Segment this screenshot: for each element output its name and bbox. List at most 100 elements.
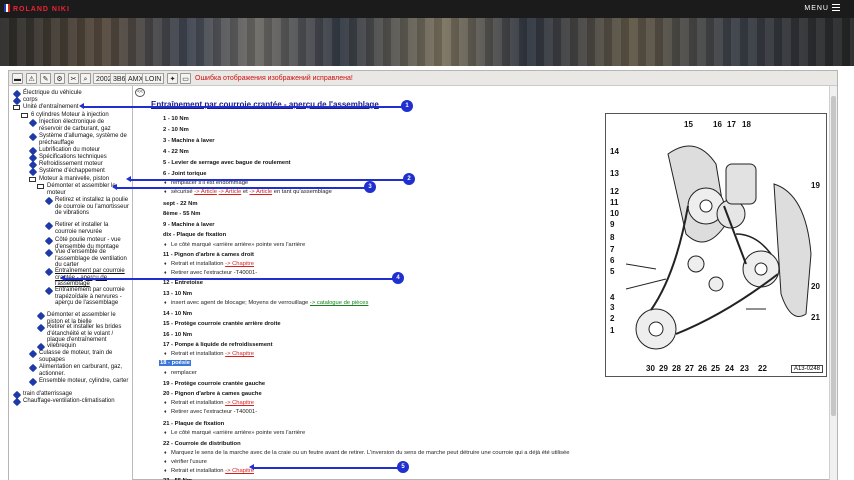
folder-open-icon[interactable] — [13, 105, 20, 110]
legend-item: 11 - Pignon d'arbre à cames droit — [163, 252, 254, 258]
legend-text: 13 - 10 Nm — [163, 291, 192, 297]
tree-item[interactable]: Culasse de moteur, train de soupapes — [39, 350, 129, 363]
chapter-link[interactable]: -> Chapitre — [225, 261, 254, 267]
folder-open-icon[interactable] — [21, 113, 28, 118]
tree-node-icon[interactable] — [44, 248, 54, 258]
chapter-link[interactable]: -> Article — [194, 189, 217, 195]
figure-callout-number: 8 — [610, 233, 615, 242]
tree-item[interactable]: Injection électronique de réservoir de c… — [39, 119, 129, 132]
wrench-icon[interactable]: ✎ — [40, 73, 51, 84]
menu-label: MENU — [804, 5, 829, 12]
legend-item: dix - Plaque de fixation — [163, 232, 226, 238]
tree-item[interactable]: Système d'échappement — [39, 168, 129, 175]
tree-item[interactable]: Refroidissement moteur — [39, 161, 129, 168]
annotation-callout: 4 — [392, 272, 404, 284]
legend-note: vérifier l'usure — [164, 459, 207, 465]
tree-item[interactable]: Électrique du véhicule — [23, 90, 129, 97]
tree-item[interactable]: Retirer et installer la courroie nervuré… — [55, 222, 129, 235]
tree-node-icon[interactable] — [12, 96, 22, 106]
tree-item[interactable]: Entraînement par courroie trapézoïdale à… — [55, 287, 129, 307]
tree-node-icon[interactable] — [44, 221, 54, 231]
tree-node-icon[interactable] — [44, 267, 54, 277]
chapter-link[interactable]: -> Chapitre — [225, 400, 254, 406]
legend-note: Retirer avec l'extracteur -T40001- — [164, 409, 257, 415]
legend-note: remplacer s'il est endommagé — [164, 180, 249, 186]
tree-item[interactable]: Moteur à manivelle, piston — [39, 176, 129, 183]
tree-item[interactable]: Vue d'ensemble de l'assemblage de ventil… — [55, 249, 129, 269]
tree-node-icon[interactable] — [28, 349, 38, 359]
legend-text: Retrait et installation — [171, 261, 224, 267]
tree-node-icon[interactable] — [36, 323, 46, 333]
tree-item[interactable]: Alimentation en carburant, gaz, actionne… — [39, 364, 129, 377]
tree-node-icon[interactable] — [28, 167, 38, 177]
engine-icon[interactable]: ⚙ — [54, 73, 65, 84]
figure-callout-number: 30 — [646, 364, 655, 373]
tools-icon[interactable]: ✂ — [68, 73, 79, 84]
legend-note: Retrait et installation -> Chapitre — [164, 468, 254, 474]
tree-node-icon[interactable] — [44, 236, 54, 246]
legend-text: remplacer s'il est endommagé — [171, 180, 249, 186]
tree-node-icon[interactable] — [36, 311, 46, 321]
legend-note: Marquez le sens de la marche avec de la … — [164, 450, 569, 456]
figure-callout-number: 17 — [727, 120, 736, 129]
brand-logo[interactable]: ROLAND NIKI — [4, 4, 70, 13]
folder-open-icon[interactable] — [29, 177, 36, 182]
annotation-arrow — [79, 103, 403, 109]
tree-item[interactable]: Retirer et installer les brides d'étanch… — [47, 324, 129, 344]
top-bar: ROLAND NIKI MENU — [0, 0, 854, 18]
tree-item[interactable]: Lubrification du moteur — [39, 147, 129, 154]
legend-text: 8ème - 55 Nm — [163, 211, 201, 217]
legend-text: Retirer avec l'extracteur -T40001- — [171, 270, 258, 276]
figure-callout-number: 24 — [725, 364, 734, 373]
tree-item[interactable]: Chauffage-ventilation-climatisation — [23, 398, 129, 405]
chapter-link[interactable]: -> Chapitre — [225, 351, 254, 357]
figure-callout-number: 15 — [684, 120, 693, 129]
tree-node-icon[interactable] — [28, 132, 38, 142]
settings-icon[interactable]: ✦ — [167, 73, 178, 84]
print-icon[interactable]: ▭ — [180, 73, 191, 84]
figure-callout-number: 3 — [610, 303, 615, 312]
tree-item[interactable]: Ensemble moteur, cylindre, carter — [39, 378, 129, 385]
tree-node-icon[interactable] — [28, 363, 38, 373]
tree-item[interactable]: Spécifications techniques — [39, 154, 129, 161]
tree-node-icon[interactable] — [28, 118, 38, 128]
legend-text: 14 - 10 Nm — [163, 311, 192, 317]
tree-item[interactable]: Système d'allumage, système de préchauff… — [39, 133, 129, 146]
figure-callout-number: 9 — [610, 220, 615, 229]
legend-text: 3 - Machine à laver — [163, 138, 215, 144]
tree-item[interactable]: vilebrequin — [47, 343, 129, 350]
legend-note: Retrait et installation -> Chapitre — [164, 261, 254, 267]
tree-item[interactable]: 6 cylindres Moteur à injection — [31, 112, 129, 119]
legend-text: 15 - Protège courroie crantée arrière dr… — [163, 321, 281, 327]
tree-item[interactable]: corps — [23, 97, 129, 104]
legend-item: 4 - 22 Nm — [163, 149, 189, 155]
legend-text: 20 - Pignon d'arbre à cames gauche — [163, 391, 262, 397]
chapter-link[interactable]: -> Article — [249, 189, 272, 195]
chapter-link[interactable]: -> Article — [219, 189, 242, 195]
legend-text: 19 - Protège courroie crantée gauche — [163, 381, 266, 387]
scrollbar[interactable] — [829, 86, 837, 480]
figure-callout-number: 23 — [740, 364, 749, 373]
warning-icon[interactable]: ⚠ — [26, 73, 37, 84]
parts-catalog-link[interactable]: -> catalogue de pièces — [310, 300, 369, 306]
search-icon[interactable]: ⌕ — [80, 73, 91, 84]
car-icon[interactable]: ▬ — [12, 73, 23, 84]
tree-item[interactable]: Retirez et installez la poulie de courro… — [55, 197, 129, 217]
tree-node-icon[interactable] — [28, 377, 38, 387]
menu-button[interactable]: MENU — [804, 4, 840, 12]
tree-item[interactable]: train d'atterrissage — [23, 391, 129, 398]
tree-node-icon[interactable] — [44, 196, 54, 206]
folder-open-icon[interactable] — [37, 184, 44, 189]
tree-node-icon[interactable] — [12, 397, 22, 407]
legend-item: 22 - Courroie de distribution — [163, 441, 241, 447]
legend-text: 18 - poésie — [160, 360, 190, 366]
scrollbar-thumb[interactable] — [831, 96, 836, 416]
annotation-arrow — [60, 275, 394, 281]
legend-item: 16 - 10 Nm — [163, 332, 192, 338]
figure-callout-number: 25 — [711, 364, 720, 373]
tree-node-icon[interactable] — [44, 286, 54, 296]
figure-callout-number: 16 — [713, 120, 722, 129]
model-loin-button[interactable]: LOIN — [142, 73, 165, 84]
legend-text: 11 - Pignon d'arbre à cames droit — [163, 252, 254, 258]
figure-callout-number: 28 — [672, 364, 681, 373]
